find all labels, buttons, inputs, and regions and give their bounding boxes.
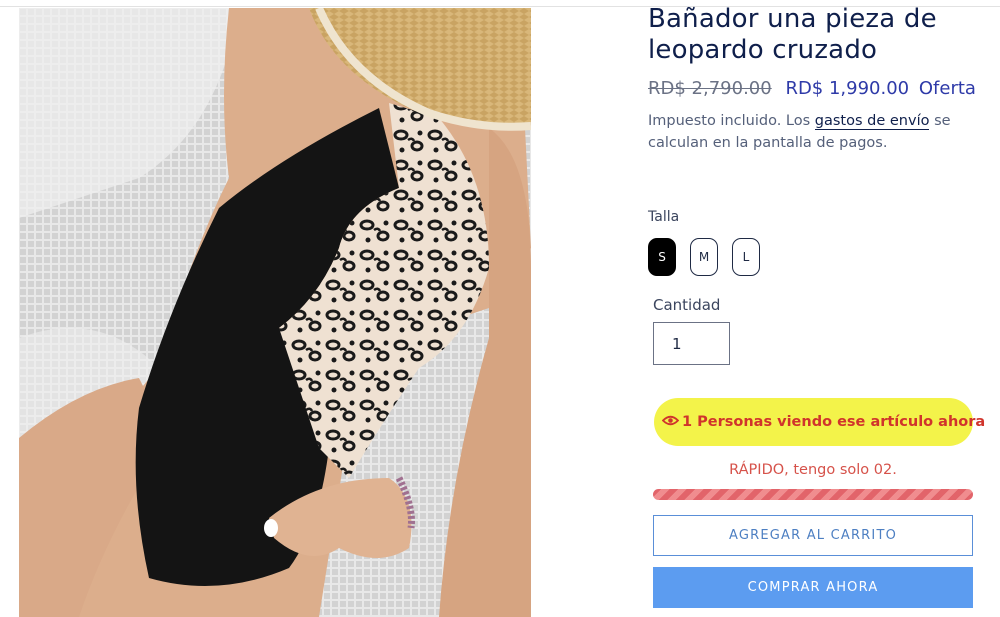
add-to-cart-button[interactable]: AGREGAR AL CARRITO xyxy=(653,515,973,556)
product-title: Bañador una pieza de leopardo cruzado xyxy=(648,4,937,65)
tax-text-before: Impuesto incluido. Los xyxy=(648,113,815,129)
size-option-s[interactable]: S xyxy=(648,238,676,276)
size-option-m[interactable]: M xyxy=(690,238,718,276)
eye-icon xyxy=(661,414,680,430)
product-image[interactable] xyxy=(19,8,531,617)
size-label: Talla xyxy=(648,209,680,225)
product-photo-illustration xyxy=(19,8,531,617)
quantity-input[interactable]: 1 xyxy=(653,322,730,365)
sale-price: RD$ 1,990.00 xyxy=(785,78,910,99)
viewers-text: 1 Personas viendo ese artículo ahora xyxy=(682,414,986,430)
original-price: RD$ 2,790.00 xyxy=(648,78,772,99)
stock-progress-bar xyxy=(653,489,973,500)
buy-now-button[interactable]: COMPRAR AHORA xyxy=(653,567,973,608)
size-selector: S M L xyxy=(648,238,760,276)
tax-note: Impuesto incluido. Los gastos de envío s… xyxy=(648,110,968,154)
viewers-banner: 1 Personas viendo ese artículo ahora xyxy=(654,398,985,446)
stock-warning: RÁPIDO, tengo solo 02. xyxy=(729,462,897,478)
quantity-label: Cantidad xyxy=(653,296,721,314)
size-option-l[interactable]: L xyxy=(732,238,760,276)
shipping-link[interactable]: gastos de envío xyxy=(814,113,930,130)
sale-badge: Oferta xyxy=(918,78,976,99)
price-row: RD$ 2,790.00 RD$ 1,990.00 Oferta xyxy=(648,77,976,101)
